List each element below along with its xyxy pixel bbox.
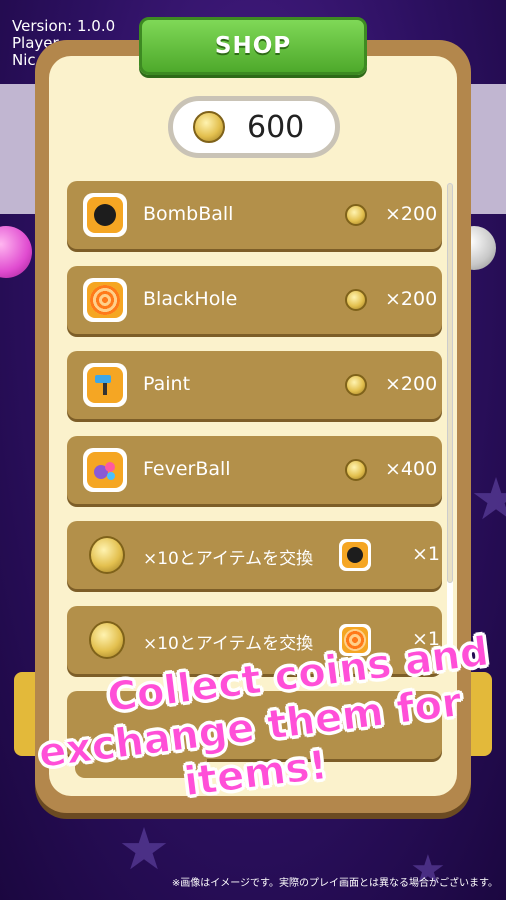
bomb-icon bbox=[339, 539, 371, 571]
coin-icon bbox=[345, 204, 367, 226]
coin-icon bbox=[89, 621, 125, 659]
shop-item-paint[interactable]: Paint ×200 bbox=[67, 351, 442, 419]
exchange-label: ×10とアイテムを交換 bbox=[143, 634, 314, 654]
background-pink-ball bbox=[0, 226, 32, 278]
item-name: BombBall bbox=[143, 203, 234, 225]
star-icon: ★ bbox=[470, 465, 506, 533]
shop-item-bombball[interactable]: BombBall ×200 bbox=[67, 181, 442, 249]
item-price: ×200 bbox=[385, 288, 438, 310]
item-name: Paint bbox=[143, 373, 191, 395]
bomb-icon bbox=[83, 193, 127, 237]
coin-icon bbox=[345, 374, 367, 396]
scrollbar-thumb[interactable] bbox=[447, 183, 453, 583]
item-price: ×200 bbox=[385, 373, 438, 395]
coin-icon bbox=[89, 536, 125, 574]
shop-title: SHOP bbox=[214, 33, 292, 59]
item-name: FeverBall bbox=[143, 458, 231, 480]
exchange-quantity: ×1 bbox=[412, 543, 441, 565]
paint-roller-icon bbox=[83, 363, 127, 407]
shop-item-feverball[interactable]: FeverBall ×400 bbox=[67, 436, 442, 504]
shop-title-tab: SHOP bbox=[139, 17, 367, 75]
coin-icon bbox=[345, 459, 367, 481]
exchange-row[interactable]: ×10とアイテムを交換 ×1 bbox=[67, 521, 442, 589]
version-text: Version: 1.0.0 bbox=[12, 17, 116, 35]
disclaimer-text: ※画像はイメージです。実際のプレイ画面とは異なる場合がございます。 bbox=[171, 878, 498, 889]
coin-icon bbox=[193, 111, 225, 143]
item-name: BlackHole bbox=[143, 288, 238, 310]
spiral-icon bbox=[83, 278, 127, 322]
item-price: ×200 bbox=[385, 203, 438, 225]
coin-icon bbox=[345, 289, 367, 311]
exchange-label: ×10とアイテムを交換 bbox=[143, 549, 314, 569]
item-price: ×400 bbox=[385, 458, 438, 480]
shop-item-blackhole[interactable]: BlackHole ×200 bbox=[67, 266, 442, 334]
star-icon: ★ bbox=[118, 815, 170, 883]
fever-ball-icon bbox=[83, 448, 127, 492]
coin-count: 600 bbox=[247, 109, 305, 145]
coin-balance: 600 bbox=[168, 96, 340, 158]
